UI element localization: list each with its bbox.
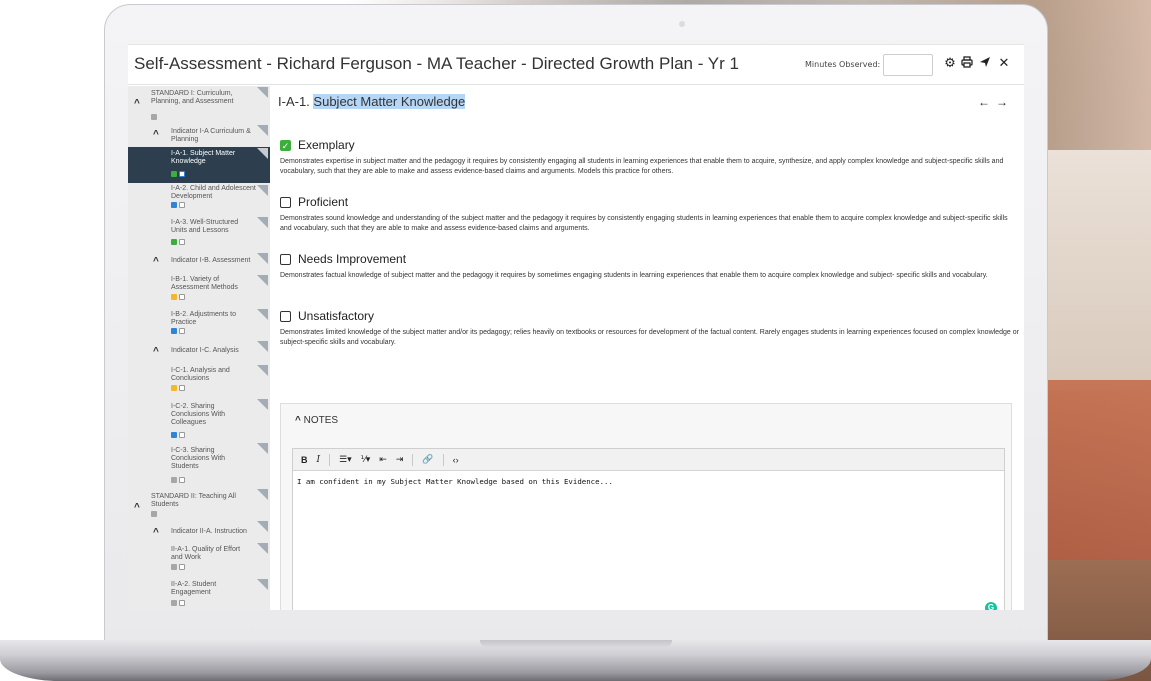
minutes-observed-label: Minutes Observed: bbox=[805, 60, 881, 69]
chevron-up-icon: ^ bbox=[295, 415, 301, 426]
rating-label: Proficient bbox=[298, 195, 349, 209]
sidebar-item-iia2[interactable]: II-A-2. Student Engagement bbox=[128, 578, 270, 610]
sidebar-indicator-ib[interactable]: ^ Indicator I-B. Assessment bbox=[128, 252, 270, 272]
app-window: Self-Assessment - Richard Ferguson - MA … bbox=[128, 44, 1024, 610]
chevron-up-icon: ^ bbox=[134, 502, 140, 513]
sidebar-standard-2[interactable]: ^ STANDARD II: Teaching All Students bbox=[128, 488, 270, 520]
main-content: I-A-1. Subject Matter Knowledge ←→ ✓ Exe… bbox=[278, 86, 1024, 610]
notes-text[interactable]: I am confident in my Subject Matter Know… bbox=[297, 477, 613, 486]
checkbox-icon[interactable] bbox=[280, 311, 291, 322]
close-icon[interactable]: ✕ bbox=[996, 56, 1012, 72]
bold-button[interactable]: B bbox=[301, 455, 308, 465]
rating-label: Exemplary bbox=[298, 138, 355, 152]
code-icon[interactable]: ‹› bbox=[453, 455, 459, 465]
editor-toolbar: B I ☰▾ ⅟▾ ⇤ ⇥ 🔗 ‹› bbox=[293, 449, 1004, 471]
sidebar-item-ic1[interactable]: I-C-1. Analysis and Conclusions bbox=[128, 364, 270, 398]
sidebar-indicator-ic[interactable]: ^ Indicator I-C. Analysis bbox=[128, 340, 270, 362]
rating-description: Demonstrates factual knowledge of subjec… bbox=[280, 272, 988, 279]
chevron-up-icon: ^ bbox=[153, 256, 159, 267]
arrow-right-icon[interactable]: → bbox=[996, 95, 1014, 109]
sidebar-standard-1[interactable]: ^ STANDARD I: Curriculum, Planning, and … bbox=[128, 86, 270, 124]
notes-panel: ^ NOTES B I ☰▾ ⅟▾ ⇤ ⇥ 🔗 ‹› I am confiden… bbox=[280, 403, 1012, 610]
checkbox-icon[interactable] bbox=[280, 197, 291, 208]
sidebar-indicator-iia[interactable]: ^ Indicator II-A. Instruction bbox=[128, 520, 270, 542]
rating-description: Demonstrates expertise in subject matter… bbox=[280, 158, 1004, 175]
rating-label: Unsatisfactory bbox=[298, 309, 375, 323]
chevron-up-icon: ^ bbox=[153, 527, 159, 538]
sidebar-item-ia1[interactable]: I-A-1. Subject Matter Knowledge bbox=[128, 147, 270, 183]
sidebar-item-ib1[interactable]: I-B-1. Variety of Assessment Methods bbox=[128, 274, 270, 308]
notes-toggle[interactable]: ^ NOTES bbox=[295, 415, 338, 426]
sidebar-item-ia3[interactable]: I-A-3. Well-Structured Units and Lessons bbox=[128, 216, 270, 252]
rating-description: Demonstrates limited knowledge of the su… bbox=[280, 329, 1019, 346]
numbered-list-icon[interactable]: ⅟▾ bbox=[361, 454, 371, 465]
minutes-observed-input[interactable] bbox=[883, 54, 933, 76]
arrow-left-icon[interactable]: ← bbox=[978, 95, 996, 109]
element-title: Subject Matter Knowledge bbox=[313, 94, 466, 109]
notes-editor[interactable]: B I ☰▾ ⅟▾ ⇤ ⇥ 🔗 ‹› I am confident in my … bbox=[292, 448, 1005, 610]
camera-icon bbox=[679, 21, 685, 27]
sidebar-indicator-ia[interactable]: ^ Indicator I-A Curriculum & Planning bbox=[128, 124, 270, 146]
rating-description: Demonstrates sound knowledge and underst… bbox=[280, 215, 1008, 232]
chevron-up-icon: ^ bbox=[153, 129, 159, 140]
chevron-up-icon: ^ bbox=[134, 98, 140, 109]
laptop-base bbox=[0, 640, 1151, 681]
chevron-up-icon: ^ bbox=[153, 346, 159, 357]
element-heading: I-A-1. Subject Matter Knowledge bbox=[278, 94, 466, 109]
sidebar-item-ib2[interactable]: I-B-2. Adjustments to Practice bbox=[128, 308, 270, 340]
grammarly-icon[interactable]: G bbox=[985, 602, 997, 610]
sidebar-item-ic2[interactable]: I-C-2. Sharing Conclusions With Colleagu… bbox=[128, 398, 270, 442]
link-icon[interactable]: 🔗 bbox=[422, 454, 433, 465]
bulleted-list-icon[interactable]: ☰▾ bbox=[339, 454, 352, 465]
outdent-icon[interactable]: ⇤ bbox=[379, 454, 387, 465]
gear-icon[interactable]: ⚙ bbox=[942, 56, 958, 72]
page-title: Self-Assessment - Richard Ferguson - MA … bbox=[134, 54, 739, 73]
indent-icon[interactable]: ⇥ bbox=[396, 454, 404, 465]
print-icon[interactable] bbox=[959, 56, 975, 72]
element-nav: ←→ bbox=[978, 95, 1014, 109]
italic-button[interactable]: I bbox=[317, 455, 321, 465]
sidebar-item-iia1[interactable]: II-A-1. Quality of Effort and Work bbox=[128, 542, 270, 578]
checkbox-icon[interactable] bbox=[280, 254, 291, 265]
sidebar: ^ STANDARD I: Curriculum, Planning, and … bbox=[128, 86, 270, 610]
send-icon[interactable] bbox=[977, 56, 993, 72]
notes-header: NOTES bbox=[303, 415, 339, 426]
rating-label: Needs Improvement bbox=[298, 252, 407, 266]
sidebar-item-ic3[interactable]: I-C-3. Sharing Conclusions With Students bbox=[128, 442, 270, 488]
checkbox-checked-icon[interactable]: ✓ bbox=[280, 140, 291, 151]
title-bar: Self-Assessment - Richard Ferguson - MA … bbox=[128, 45, 1024, 85]
